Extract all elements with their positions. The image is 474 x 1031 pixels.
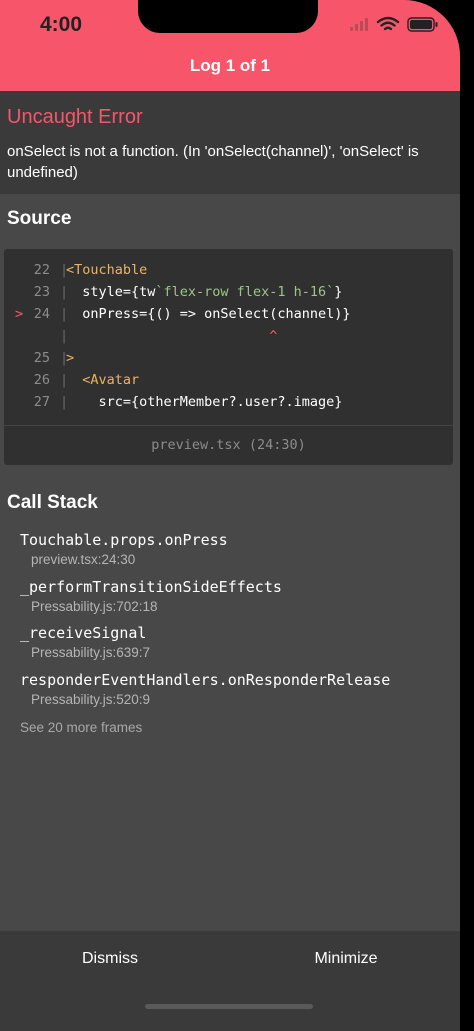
call-stack-title: Call Stack: [7, 492, 98, 513]
minimize-button[interactable]: Minimize: [246, 950, 446, 968]
code-text: onPress={() => onSelect(channel)}: [66, 306, 350, 322]
cellular-signal-icon: [350, 18, 368, 31]
call-stack-frame[interactable]: _performTransitionSideEffects Pressabilit…: [20, 578, 282, 614]
code-text: src={otherMember?.user?.image}: [66, 394, 343, 410]
code-line: 23 | style={tw`flex-row flex-1 h-16`}: [4, 284, 453, 304]
code-line: 27 | src={otherMember?.user?.image}: [4, 394, 453, 414]
code-line: 25 | >: [4, 350, 453, 370]
code-line: >24 | onPress={() => onSelect(channel)}: [4, 306, 453, 326]
line-number: 22: [33, 262, 50, 278]
code-file-reference: preview.tsx (24:30): [151, 437, 306, 453]
call-stack-frame[interactable]: responderEventHandlers.onResponderReleas…: [20, 671, 390, 707]
code-line: 22 | <Touchable: [4, 262, 453, 282]
frame-location: Pressability.js:639:7: [31, 645, 151, 660]
code-token: }: [334, 284, 343, 300]
code-line: | ^: [4, 328, 453, 348]
code-text: >: [66, 350, 74, 366]
line-number: 23: [33, 284, 50, 300]
code-token: <Touchable: [66, 262, 148, 278]
code-frame[interactable]: 22 | <Touchable 23 | style={tw`flex-row flex…: [4, 249, 453, 465]
frame-method-name: _performTransitionSideEffects: [20, 577, 282, 596]
code-text: style={tw`flex-row flex-1 h-16`}: [66, 284, 342, 300]
line-number: 27: [33, 394, 50, 410]
log-box-screen: 4:00 Log 1 of 1 Uncaught Error onSelect …: [0, 0, 460, 1031]
code-text: <Avatar: [66, 372, 139, 388]
code-token: <Avatar: [66, 372, 140, 388]
wifi-icon: [376, 16, 400, 31]
code-text: <Touchable: [66, 262, 147, 278]
status-icons: [350, 16, 438, 32]
bottom-bar: Dismiss Minimize: [0, 931, 460, 1031]
error-title: Uncaught Error: [7, 106, 143, 128]
device-notch: [138, 0, 318, 33]
frame-location: Pressability.js:520:9: [31, 691, 151, 707]
code-line: 26 | <Avatar: [4, 372, 453, 392]
error-message: onSelect is not a function. (In 'onSelec…: [7, 143, 419, 181]
frame-location: preview.tsx:24:30: [31, 552, 136, 567]
code-divider: [4, 425, 453, 426]
line-number: 26: [33, 372, 50, 388]
header: 4:00 Log 1 of 1: [0, 0, 460, 91]
dismiss-button[interactable]: Dismiss: [10, 950, 210, 968]
line-number: 25: [33, 350, 50, 366]
code-token: onPress={() => onSelect(channel)}: [66, 306, 351, 322]
status-time: 4:00: [40, 13, 83, 36]
battery-icon: [407, 17, 438, 32]
log-title: Log 1 of 1: [189, 56, 271, 75]
code-token: `flex-row flex-1 h-16`: [155, 284, 335, 300]
line-number: 24: [33, 306, 50, 322]
code-token: ^: [66, 328, 278, 344]
code-text: ^: [66, 328, 277, 344]
code-token: src={otherMember?.user?.image}: [66, 394, 343, 410]
error-section: Uncaught Error onSelect is not a functio…: [0, 91, 460, 194]
frame-location: Pressability.js:702:18: [31, 598, 158, 614]
see-more-frames-button[interactable]: See 20 more frames: [20, 720, 142, 735]
code-token: style={tw: [66, 284, 156, 300]
frame-method-name: Touchable.props.onPress: [20, 531, 228, 549]
source-title: Source: [7, 208, 72, 229]
frame-method-name: responderEventHandlers.onResponderReleas…: [20, 670, 391, 689]
call-stack-frame[interactable]: _receiveSignal Pressability.js:639:7: [20, 624, 150, 660]
home-indicator: [145, 1004, 313, 1009]
frame-method-name: _receiveSignal: [20, 624, 147, 642]
code-token: >: [66, 350, 75, 366]
call-stack-frame[interactable]: Touchable.props.onPress preview.tsx:24:30: [20, 531, 228, 567]
